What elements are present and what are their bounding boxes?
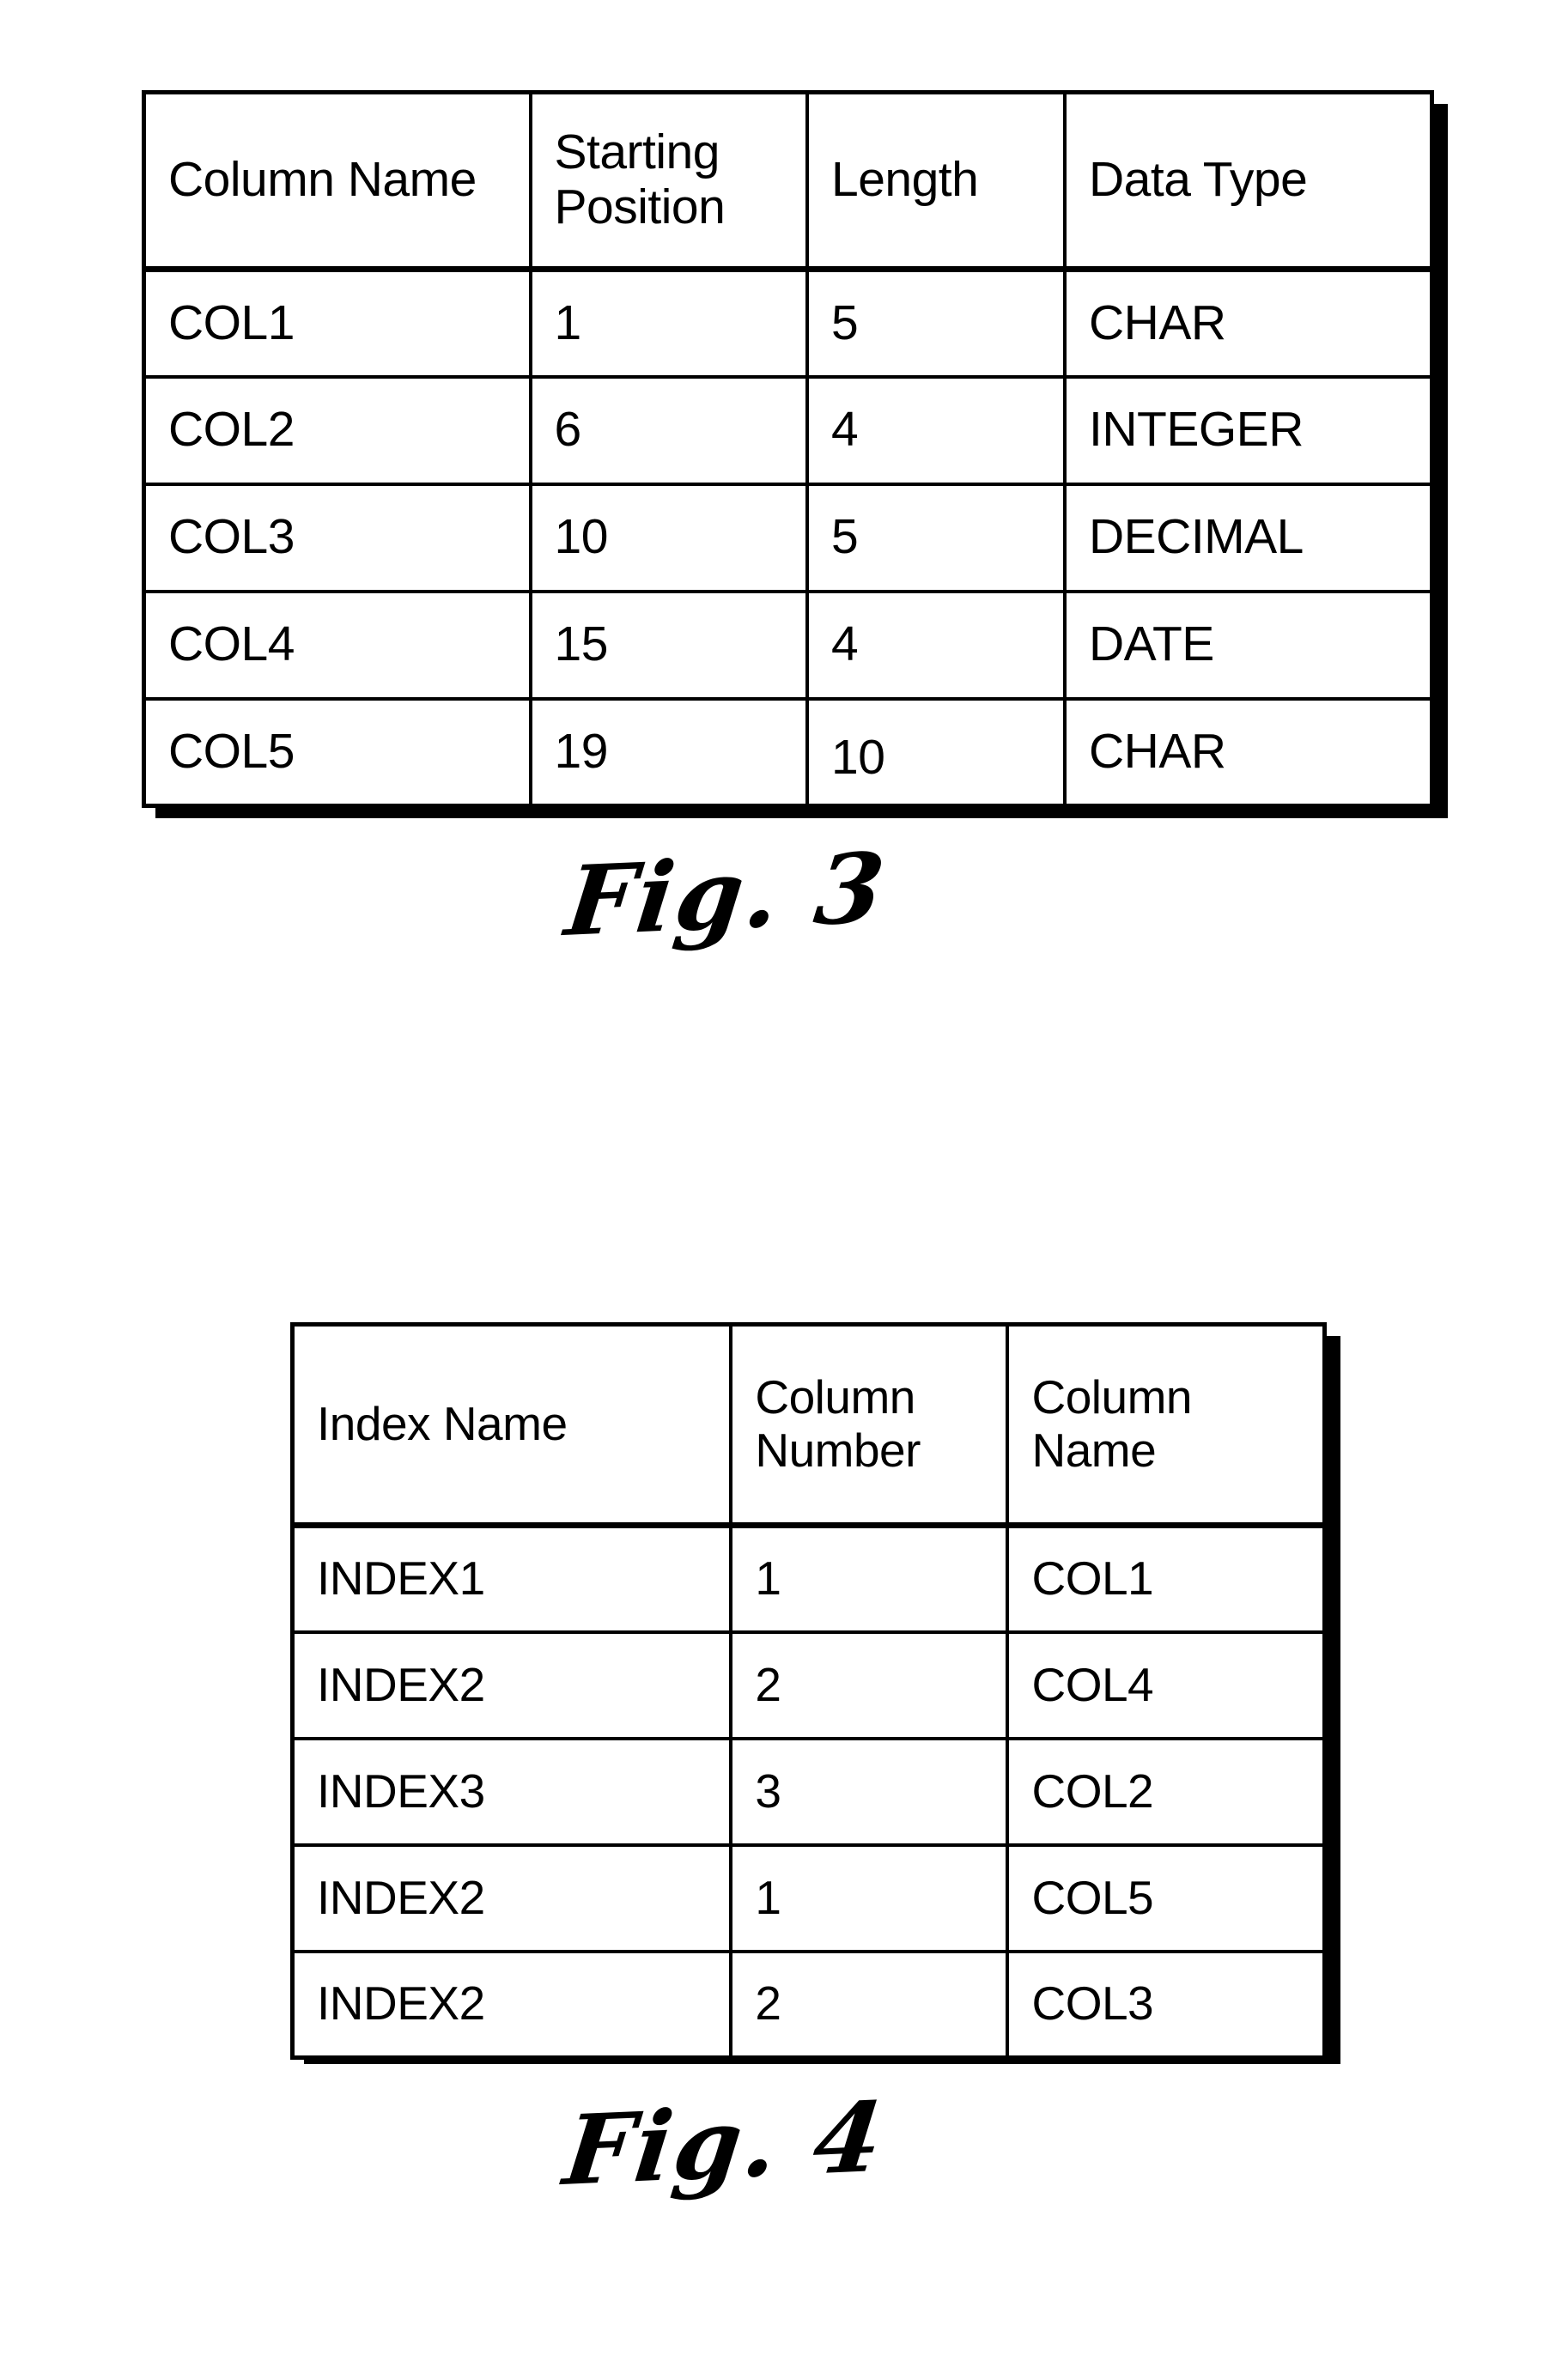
- table-row: INDEX2 2 COL4: [290, 1630, 1327, 1740]
- figure-3-caption: Fig. 3: [560, 831, 891, 958]
- index-definition-table: Index Name Column Number Column Name IND…: [290, 1322, 1327, 2060]
- cell-index-name: INDEX1: [290, 1523, 733, 1634]
- cell-index-name: INDEX2: [290, 1949, 733, 2060]
- cell-data-type: DATE: [1063, 589, 1434, 701]
- table-row: INDEX2 2 COL3: [290, 1949, 1327, 2060]
- table-row: COL5 19 10 CHAR: [142, 696, 1434, 808]
- cell-length: 10: [805, 696, 1067, 808]
- cell-column-number: 2: [729, 1949, 1010, 2060]
- table-row: INDEX1 1 COL1: [290, 1523, 1327, 1634]
- cell-data-type: DECIMAL: [1063, 482, 1434, 593]
- column-definition-table: Column Name Starting Position Length Dat…: [142, 90, 1434, 808]
- header-index-name: Index Name: [290, 1322, 733, 1528]
- cell-length: 4: [805, 374, 1067, 486]
- cell-column-name: COL5: [142, 696, 532, 808]
- header-column-number: Column Number: [729, 1322, 1010, 1528]
- cell-column-name: COL1: [1006, 1523, 1327, 1634]
- table-row: INDEX2 1 COL5: [290, 1843, 1327, 1953]
- table-row: COL4 15 4 DATE: [142, 589, 1434, 701]
- column-definition-table-wrapper: Column Name Starting Position Length Dat…: [142, 90, 1448, 818]
- cell-column-name: COL2: [142, 374, 532, 486]
- cell-column-number: 3: [729, 1736, 1010, 1847]
- cell-column-name: COL3: [142, 482, 532, 593]
- header-starting-position: Starting Position: [528, 90, 809, 272]
- cell-column-name: COL3: [1006, 1949, 1327, 2060]
- table-row: COL2 6 4 INTEGER: [142, 374, 1434, 486]
- figure-4-caption: Fig. 4: [558, 2080, 890, 2207]
- table-header-row: Index Name Column Number Column Name: [290, 1322, 1327, 1528]
- cell-column-name: COL2: [1006, 1736, 1327, 1847]
- cell-starting-position: 10: [528, 482, 809, 593]
- cell-index-name: INDEX3: [290, 1736, 733, 1847]
- cell-length: 4: [805, 589, 1067, 701]
- header-column-name: Column Name: [142, 90, 532, 272]
- cell-length: 5: [805, 267, 1067, 379]
- cell-index-name: INDEX2: [290, 1630, 733, 1740]
- cell-starting-position: 1: [528, 267, 809, 379]
- table-row: COL3 10 5 DECIMAL: [142, 482, 1434, 593]
- cell-column-name: COL5: [1006, 1843, 1327, 1953]
- cell-length: 5: [805, 482, 1067, 593]
- cell-data-type: CHAR: [1063, 696, 1434, 808]
- header-column-name: Column Name: [1006, 1322, 1327, 1528]
- cell-data-type: CHAR: [1063, 267, 1434, 379]
- cell-column-number: 1: [729, 1523, 1010, 1634]
- cell-starting-position: 6: [528, 374, 809, 486]
- cell-starting-position: 19: [528, 696, 809, 808]
- cell-index-name: INDEX2: [290, 1843, 733, 1953]
- cell-starting-position: 15: [528, 589, 809, 701]
- cell-column-name: COL1: [142, 267, 532, 379]
- cell-data-type: INTEGER: [1063, 374, 1434, 486]
- cell-column-number: 2: [729, 1630, 1010, 1740]
- cell-column-name: COL4: [142, 589, 532, 701]
- cell-column-number: 1: [729, 1843, 1010, 1953]
- header-data-type: Data Type: [1063, 90, 1434, 272]
- index-definition-table-wrapper: Index Name Column Number Column Name IND…: [290, 1322, 1340, 2064]
- table-row: INDEX3 3 COL2: [290, 1736, 1327, 1847]
- table-row: COL1 1 5 CHAR: [142, 267, 1434, 379]
- table-header-row: Column Name Starting Position Length Dat…: [142, 90, 1434, 272]
- header-length: Length: [805, 90, 1067, 272]
- cell-column-name: COL4: [1006, 1630, 1327, 1740]
